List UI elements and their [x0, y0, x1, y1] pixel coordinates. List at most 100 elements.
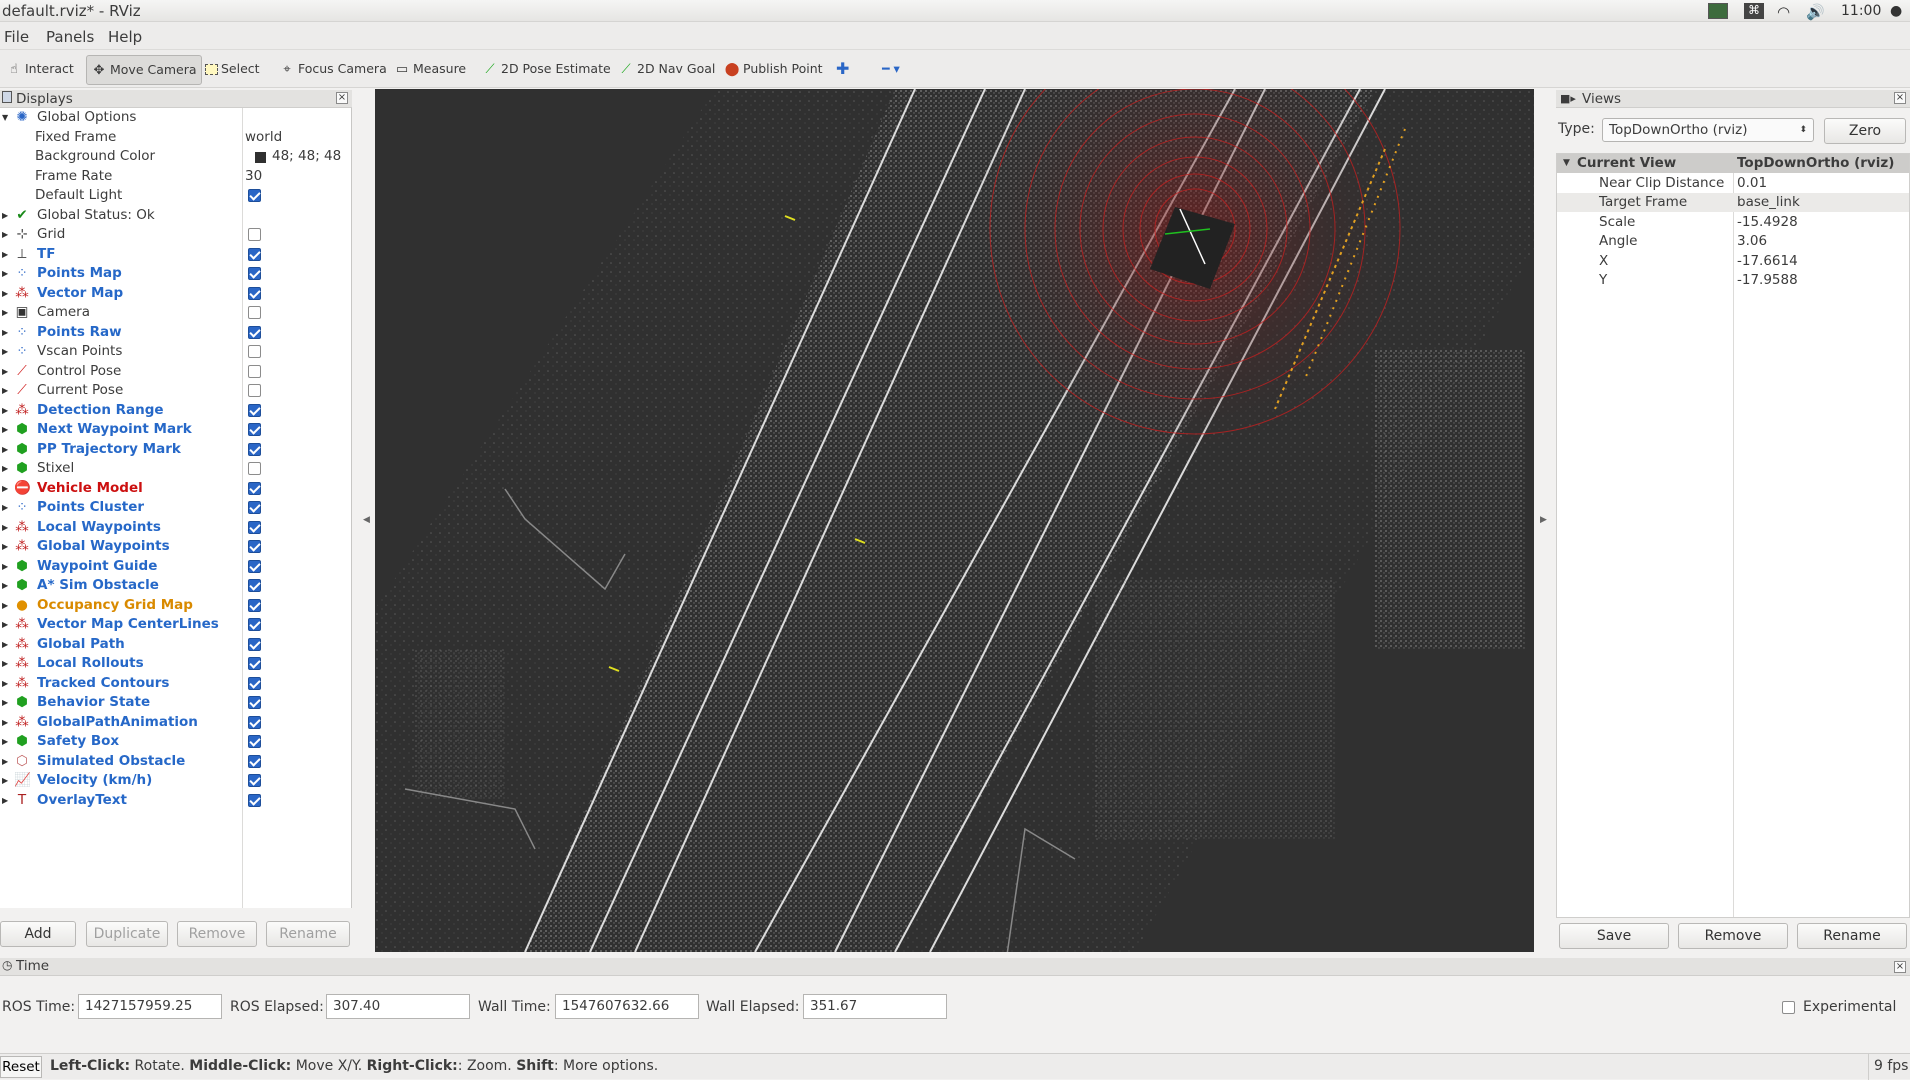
- display-enable-checkbox[interactable]: [248, 286, 261, 300]
- display-item[interactable]: ▶ ⁂ Detection Range: [0, 401, 352, 420]
- expand-arrow-icon[interactable]: ▶: [2, 303, 8, 322]
- select-button[interactable]: Select: [205, 58, 260, 80]
- display-enable-checkbox[interactable]: [248, 579, 261, 592]
- expand-arrow-icon[interactable]: ▶: [2, 713, 8, 732]
- expand-arrow-icon[interactable]: ▼: [2, 108, 8, 127]
- global-status-row[interactable]: ▶ ✔ Global Status: Ok: [0, 206, 352, 225]
- expand-arrow-icon[interactable]: ▶: [2, 752, 8, 771]
- display-item[interactable]: ▶ ⁂ Local Waypoints: [0, 518, 352, 537]
- display-item[interactable]: ▶ ⁂ Global Path: [0, 635, 352, 654]
- display-item[interactable]: ▶ ⁘ Vscan Points: [0, 342, 352, 361]
- expand-arrow-icon[interactable]: ▶: [2, 498, 8, 517]
- collapse-left-icon[interactable]: ◀: [363, 515, 370, 525]
- display-item[interactable]: ▶ ⬢ Behavior State: [0, 693, 352, 712]
- menu-help[interactable]: Help: [108, 28, 142, 46]
- zero-button[interactable]: Zero: [1824, 118, 1906, 144]
- display-item[interactable]: ▶ ⬢ PP Trajectory Mark: [0, 440, 352, 459]
- display-enable-checkbox[interactable]: [248, 247, 261, 261]
- expand-arrow-icon[interactable]: ▶: [2, 323, 8, 342]
- display-enable-checkbox[interactable]: [248, 657, 261, 670]
- view-property-row[interactable]: X -17.6614: [1557, 252, 1909, 271]
- wall-elapsed-field[interactable]: 351.67: [803, 994, 947, 1019]
- expand-arrow-icon[interactable]: ▶: [2, 440, 8, 459]
- display-item[interactable]: ▶ T OverlayText: [0, 791, 352, 810]
- display-item[interactable]: ▶ 📈 Velocity (km/h): [0, 771, 352, 790]
- menu-panels[interactable]: Panels: [46, 28, 94, 46]
- display-item[interactable]: ▶ ⁂ Local Rollouts: [0, 654, 352, 673]
- expand-arrow-icon[interactable]: ▼: [1563, 154, 1570, 173]
- default-light-checkbox[interactable]: [248, 189, 261, 202]
- focus-camera-button[interactable]: ⌖ Focus Camera: [279, 58, 386, 80]
- display-item[interactable]: ▶ ⬢ Stixel: [0, 459, 352, 478]
- property-value[interactable]: -17.6614: [1737, 252, 1798, 271]
- reset-button[interactable]: Reset: [0, 1056, 42, 1078]
- expand-arrow-icon[interactable]: ▶: [2, 206, 8, 225]
- display-item[interactable]: ▶ ⁘ Points Cluster: [0, 498, 352, 517]
- display-enable-checkbox[interactable]: [248, 384, 261, 397]
- expand-arrow-icon[interactable]: ▶: [2, 401, 8, 420]
- expand-arrow-icon[interactable]: ▶: [2, 791, 8, 810]
- display-item[interactable]: ▶ ⟂ TF: [0, 245, 352, 264]
- expand-arrow-icon[interactable]: ▶: [2, 635, 8, 654]
- display-enable-checkbox[interactable]: [248, 618, 261, 631]
- nav-goal-button[interactable]: ⟋ 2D Nav Goal: [618, 58, 715, 80]
- property-value[interactable]: base_link: [1737, 193, 1800, 212]
- display-enable-checkbox[interactable]: [248, 481, 261, 495]
- experimental-checkbox[interactable]: [1782, 1001, 1795, 1014]
- menu-file[interactable]: File: [4, 28, 29, 46]
- option-value[interactable]: 30: [245, 167, 262, 186]
- expand-arrow-icon[interactable]: ▶: [2, 381, 8, 400]
- view-property-row[interactable]: Scale -15.4928: [1557, 213, 1909, 232]
- command-icon[interactable]: ⌘: [1744, 3, 1764, 19]
- display-item[interactable]: ▶ ⟋ Control Pose: [0, 362, 352, 381]
- display-item[interactable]: ▶ ⁂ Tracked Contours: [0, 674, 352, 693]
- display-item[interactable]: ▶ ⁂ Vector Map: [0, 284, 352, 303]
- display-item[interactable]: ▶ ⬢ Waypoint Guide: [0, 557, 352, 576]
- pose-estimate-button[interactable]: ⟋ 2D Pose Estimate: [482, 58, 610, 80]
- remove-tool-icon[interactable]: ━ ▾: [882, 58, 900, 80]
- expand-arrow-icon[interactable]: ▶: [2, 245, 8, 264]
- clock[interactable]: 11:00: [1841, 3, 1881, 19]
- display-item[interactable]: ▶ ⟋ Current Pose: [0, 381, 352, 400]
- expand-arrow-icon[interactable]: ▶: [2, 615, 8, 634]
- display-enable-checkbox[interactable]: [248, 364, 261, 378]
- ros-elapsed-field[interactable]: 307.40: [326, 994, 470, 1019]
- current-view-row[interactable]: ▼ Current View TopDownOrtho (rviz): [1557, 154, 1909, 173]
- close-icon[interactable]: ×: [1894, 961, 1906, 973]
- remove-view-button[interactable]: Remove: [1678, 923, 1788, 949]
- close-icon[interactable]: ×: [1894, 92, 1906, 104]
- display-enable-checkbox[interactable]: [248, 462, 261, 475]
- display-enable-checkbox[interactable]: [248, 774, 261, 787]
- keyboard-indicator-icon[interactable]: [1708, 3, 1728, 19]
- expand-arrow-icon[interactable]: ▶: [2, 732, 8, 751]
- display-enable-checkbox[interactable]: [248, 403, 261, 417]
- wifi-icon[interactable]: ◠: [1777, 3, 1790, 21]
- display-enable-checkbox[interactable]: [248, 637, 261, 651]
- expand-arrow-icon[interactable]: ▶: [2, 576, 8, 595]
- display-enable-checkbox[interactable]: [248, 754, 261, 768]
- collapse-right-icon[interactable]: ▶: [1540, 515, 1547, 525]
- close-icon[interactable]: ×: [336, 92, 348, 104]
- display-item[interactable]: ▶ ⬢ Safety Box: [0, 732, 352, 751]
- expand-arrow-icon[interactable]: ▶: [2, 693, 8, 712]
- expand-arrow-icon[interactable]: ▶: [2, 459, 8, 478]
- display-enable-checkbox[interactable]: [248, 325, 261, 339]
- option-row[interactable]: Background Color 48; 48; 48: [0, 147, 352, 166]
- expand-arrow-icon[interactable]: ▶: [2, 771, 8, 790]
- view-property-row[interactable]: Angle 3.06: [1557, 232, 1909, 251]
- property-value[interactable]: -17.9588: [1737, 271, 1798, 290]
- expand-arrow-icon[interactable]: ▶: [2, 284, 8, 303]
- system-menu-icon[interactable]: ●: [1890, 3, 1902, 19]
- display-enable-checkbox[interactable]: [248, 540, 261, 553]
- view-property-row[interactable]: Near Clip Distance 0.01: [1557, 174, 1909, 193]
- interact-button[interactable]: ☝ Interact: [6, 58, 74, 80]
- display-enable-checkbox[interactable]: [248, 676, 261, 690]
- display-enable-checkbox[interactable]: [248, 306, 261, 319]
- expand-arrow-icon[interactable]: ▶: [2, 342, 8, 361]
- display-enable-checkbox[interactable]: [248, 793, 261, 807]
- property-value[interactable]: -15.4928: [1737, 213, 1798, 232]
- ros-time-field[interactable]: 1427157959.25: [78, 994, 222, 1019]
- move-camera-button[interactable]: ✥ Move Camera: [86, 55, 202, 85]
- display-enable-checkbox[interactable]: [248, 423, 261, 436]
- 3d-viewport[interactable]: [375, 89, 1534, 952]
